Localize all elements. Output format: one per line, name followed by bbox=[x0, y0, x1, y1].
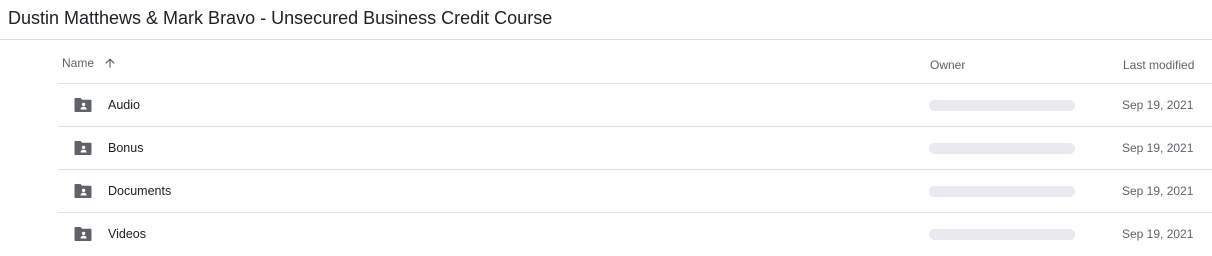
column-header-owner[interactable]: Owner bbox=[930, 41, 965, 84]
row-last-modified: Sep 19, 2021 bbox=[1122, 227, 1194, 241]
shared-folder-icon bbox=[74, 184, 92, 198]
row-last-modified: Sep 19, 2021 bbox=[1122, 141, 1194, 155]
owner-placeholder bbox=[929, 100, 1075, 111]
row-name: Bonus bbox=[108, 141, 144, 155]
table-row[interactable]: Documents Sep 19, 2021 bbox=[58, 170, 1212, 213]
page-header: Dustin Matthews & Mark Bravo - Unsecured… bbox=[0, 0, 1212, 40]
shared-folder-icon bbox=[74, 141, 92, 155]
owner-placeholder bbox=[929, 229, 1075, 240]
shared-folder-icon bbox=[74, 227, 92, 241]
table-row[interactable]: Bonus Sep 19, 2021 bbox=[58, 127, 1212, 170]
row-last-modified: Sep 19, 2021 bbox=[1122, 98, 1194, 112]
owner-placeholder bbox=[929, 143, 1075, 154]
table-row[interactable]: Videos Sep 19, 2021 bbox=[58, 213, 1212, 256]
table-row[interactable]: Audio Sep 19, 2021 bbox=[58, 84, 1212, 127]
arrow-up-icon[interactable] bbox=[103, 56, 117, 70]
row-last-modified: Sep 19, 2021 bbox=[1122, 184, 1194, 198]
row-name: Audio bbox=[108, 98, 140, 112]
shared-folder-icon bbox=[74, 98, 92, 112]
row-name: Videos bbox=[108, 227, 146, 241]
table-header: Name Owner Last modified bbox=[58, 41, 1212, 84]
owner-placeholder bbox=[929, 186, 1075, 197]
row-name: Documents bbox=[108, 184, 172, 198]
column-header-name[interactable]: Name bbox=[62, 39, 117, 87]
column-header-last-modified[interactable]: Last modified bbox=[1123, 41, 1194, 84]
file-list: Name Owner Last modified Audio Sep 19, 2… bbox=[58, 41, 1212, 256]
column-header-name-label: Name bbox=[62, 56, 95, 70]
page-title: Dustin Matthews & Mark Bravo - Unsecured… bbox=[8, 8, 553, 28]
